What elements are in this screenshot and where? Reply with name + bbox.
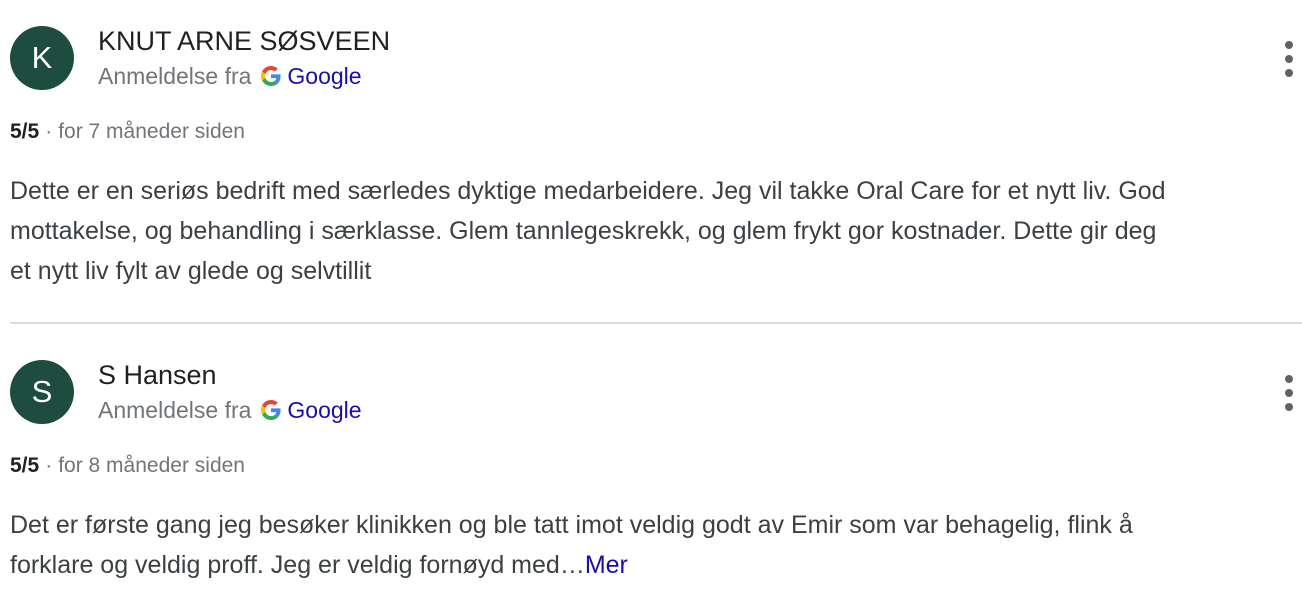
review-text: Dette er en seriøs bedrift med særledes … xyxy=(10,171,1166,291)
review-text-line-last: forklare og veldig proff. Jeg er veldig … xyxy=(10,545,1133,585)
google-source-link[interactable]: Google xyxy=(287,397,361,423)
more-options-button[interactable] xyxy=(1276,39,1302,79)
review-source-prefix: Anmeldelse fra xyxy=(98,63,252,89)
review-author-name[interactable]: KNUT ARNE SØSVEEN xyxy=(98,25,390,57)
rating-score: 5/5 xyxy=(10,454,40,477)
review-time: for 8 måneder siden xyxy=(58,454,245,477)
review-text-line: Det er første gang jeg besøker klinikken… xyxy=(10,511,1133,539)
review-text-truncated: forklare og veldig proff. Jeg er veldig … xyxy=(10,551,585,579)
review-meta: 5/5 · for 7 måneder siden xyxy=(10,119,245,145)
review-source-prefix: Anmeldelse fra xyxy=(98,397,252,423)
review-text-line: mottakelse, og behandling i særklasse. G… xyxy=(10,217,1157,245)
meta-separator: · xyxy=(45,454,53,477)
review-divider xyxy=(10,322,1302,324)
review-text-line: Dette er en seriøs bedrift med særledes … xyxy=(10,177,1166,205)
review-card: S S Hansen Anmeldelse fra Google 5/5 · for … xyxy=(0,334,1302,602)
read-more-link[interactable]: Mer xyxy=(585,551,628,579)
rating-score: 5/5 xyxy=(10,120,40,143)
review-text: Det er første gang jeg besøker klinikken… xyxy=(10,505,1133,585)
google-g-icon xyxy=(261,64,281,92)
google-g-icon xyxy=(261,398,281,426)
review-source: Anmeldelse fra Google xyxy=(98,396,362,426)
review-time: for 7 måneder siden xyxy=(58,120,245,143)
review-meta: 5/5 · for 8 måneder siden xyxy=(10,453,245,479)
review-card: K KNUT ARNE SØSVEEN Anmeldelse fra Google… xyxy=(0,0,1302,322)
google-source-link[interactable]: Google xyxy=(287,63,361,89)
review-author-name[interactable]: S Hansen xyxy=(98,359,217,391)
review-source: Anmeldelse fra Google xyxy=(98,62,362,92)
avatar[interactable]: K xyxy=(10,26,74,90)
avatar[interactable]: S xyxy=(10,360,74,424)
meta-separator: · xyxy=(45,120,53,143)
more-options-button[interactable] xyxy=(1276,373,1302,413)
review-text-line: et nytt liv fylt av glede og selvtillit xyxy=(10,257,372,285)
